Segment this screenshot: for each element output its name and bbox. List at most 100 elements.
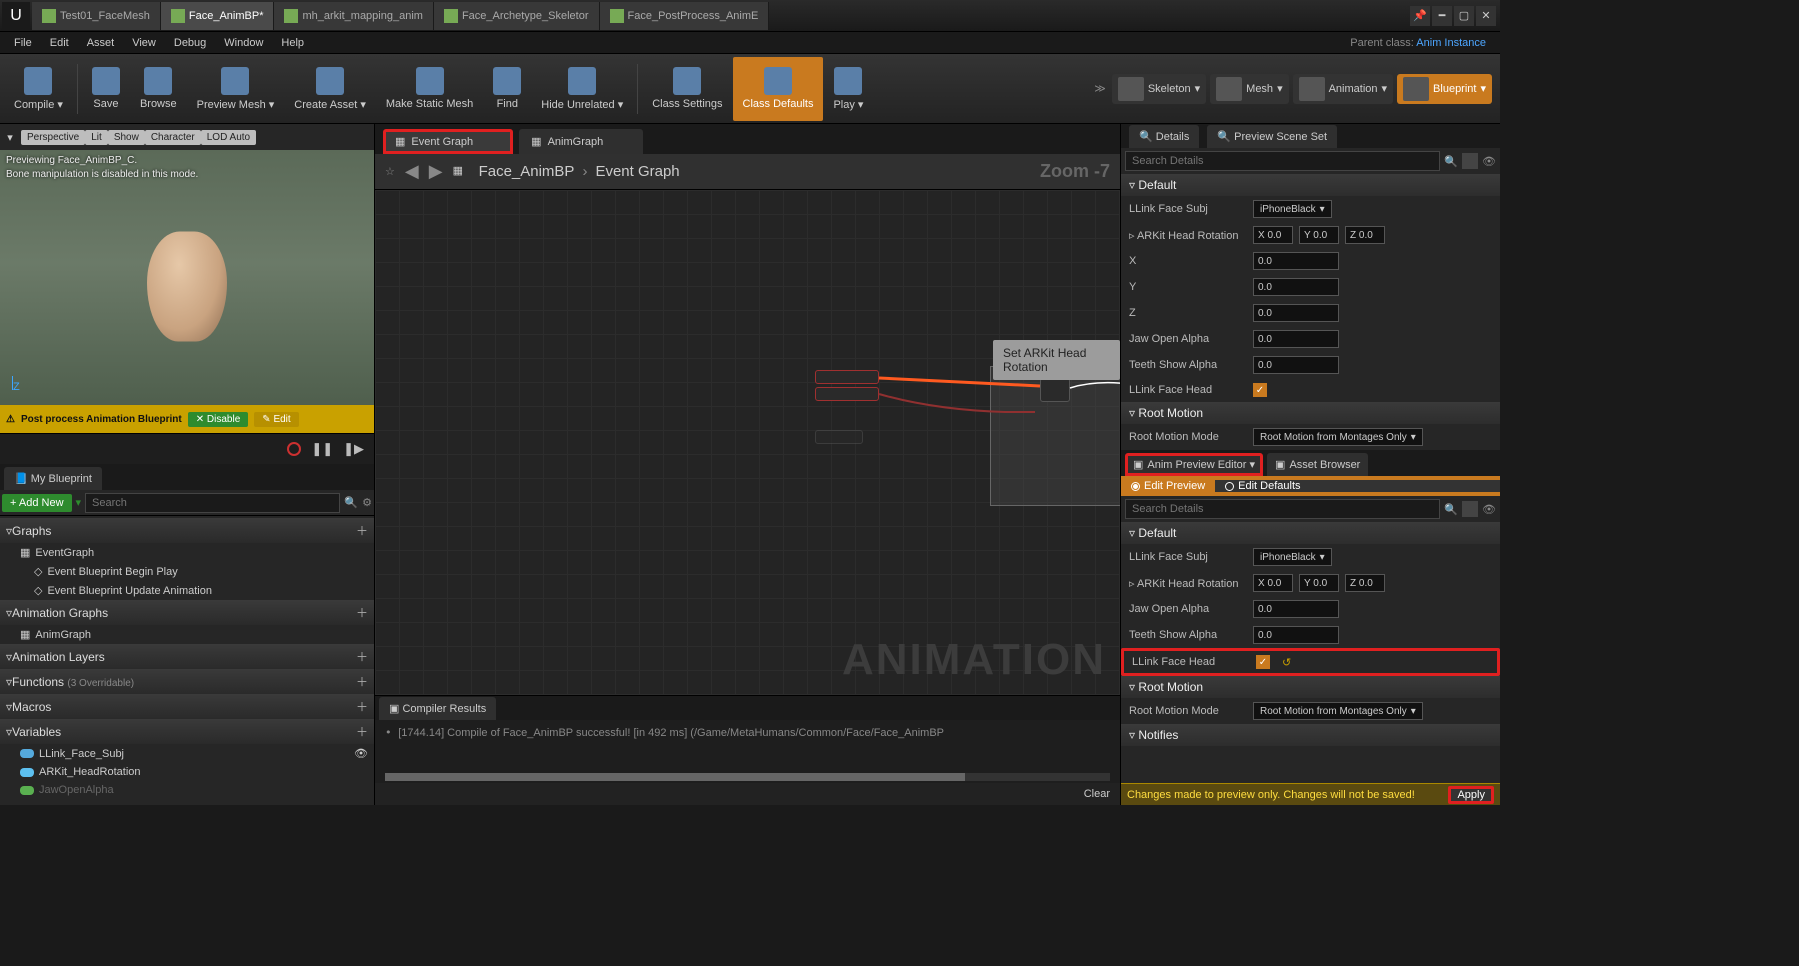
breadcrumb[interactable]: Face_AnimBP›Event Graph [479, 163, 680, 180]
menu-debug[interactable]: Debug [166, 35, 214, 51]
add-icon[interactable]: ＋ [356, 673, 368, 690]
spin[interactable]: 0.0 [1253, 600, 1339, 618]
compiler-scrollbar[interactable] [385, 773, 965, 781]
combo[interactable]: iPhoneBlack ▾ [1253, 200, 1332, 218]
window-pin-icon[interactable]: 📌 [1410, 6, 1430, 26]
favorite-icon[interactable]: ☆ [385, 165, 395, 178]
add-icon[interactable]: ＋ [356, 604, 368, 621]
tree-item[interactable]: ◇Event Blueprint Begin Play [0, 562, 374, 581]
menu-edit[interactable]: Edit [42, 35, 77, 51]
menu-window[interactable]: Window [216, 35, 271, 51]
title-tab[interactable]: Face_AnimBP* [161, 2, 275, 30]
spin-y[interactable]: Y 0.0 [1299, 226, 1339, 244]
spin[interactable]: 0.0 [1253, 278, 1339, 296]
graph-tab-event-graph[interactable]: ▦Event Graph [383, 129, 513, 154]
section-animation-graphs[interactable]: ▿Animation Graphs＋ [0, 600, 374, 625]
spin[interactable]: 0.0 [1253, 626, 1339, 644]
eye-icon[interactable]: 👁 [1482, 503, 1496, 516]
tree-item[interactable]: JawOpenAlpha [0, 781, 374, 799]
viewport-menu-icon[interactable]: ▾ [2, 131, 18, 144]
menu-file[interactable]: File [6, 35, 40, 51]
matrix-icon[interactable] [1462, 501, 1478, 517]
category-root-motion[interactable]: ▿ Root Motion [1121, 402, 1500, 424]
spin-z[interactable]: Z 0.0 [1345, 574, 1385, 592]
window-maximize[interactable]: ▢ [1454, 6, 1474, 26]
category-notifies[interactable]: ▿ Notifies [1121, 724, 1500, 746]
tab-details[interactable]: 🔍 Details [1129, 125, 1199, 148]
spin-x[interactable]: X 0.0 [1253, 226, 1293, 244]
pause-button[interactable]: ❚❚ [311, 441, 333, 457]
checkbox[interactable]: ✓ [1253, 383, 1267, 397]
mode-blueprint[interactable]: Blueprint▾ [1397, 74, 1492, 104]
section-macros[interactable]: ▿Macros＋ [0, 694, 374, 719]
hide-unrelated-button[interactable]: Hide Unrelated ▾ [531, 57, 633, 121]
vp-character[interactable]: Character [145, 130, 201, 145]
section-graphs[interactable]: ▿Graphs＋ [0, 518, 374, 543]
spin[interactable]: 0.0 [1253, 304, 1339, 322]
tree-item[interactable]: ▦EventGraph [0, 543, 374, 562]
eye-icon[interactable]: 👁 [1482, 155, 1496, 168]
tab-anim-preview-editor[interactable]: ▣Anim Preview Editor ▾ [1125, 453, 1263, 476]
title-tab[interactable]: Test01_FaceMesh [32, 2, 161, 30]
combo[interactable]: Root Motion from Montages Only ▾ [1253, 428, 1423, 446]
add-icon[interactable]: ＋ [356, 698, 368, 715]
section-variables[interactable]: ▿Variables＋ [0, 719, 374, 744]
section-animation-layers[interactable]: ▿Animation Layers＋ [0, 644, 374, 669]
spin[interactable]: 0.0 [1253, 252, 1339, 270]
window-close[interactable]: ✕ [1476, 6, 1496, 26]
tab-asset-browser[interactable]: ▣Asset Browser [1267, 453, 1368, 476]
event-node[interactable] [815, 370, 879, 384]
blueprint-tree[interactable]: ▿Graphs＋▦EventGraph◇Event Blueprint Begi… [0, 516, 374, 805]
spin[interactable]: 0.0 [1253, 330, 1339, 348]
record-button[interactable] [287, 442, 301, 456]
combo[interactable]: Root Motion from Montages Only ▾ [1253, 702, 1423, 720]
graph-node[interactable] [815, 430, 863, 444]
vp-show[interactable]: Show [108, 130, 145, 145]
play-button[interactable]: Play ▾ [823, 57, 873, 121]
class-settings-button[interactable]: Class Settings [642, 57, 732, 121]
add-icon[interactable]: ＋ [356, 522, 368, 539]
class-defaults-button[interactable]: Class Defaults [733, 57, 824, 121]
make-static-mesh-button[interactable]: Make Static Mesh [376, 57, 483, 121]
save-button[interactable]: Save [82, 57, 130, 121]
mode-animation[interactable]: Animation▾ [1293, 74, 1393, 104]
add-icon[interactable]: ＋ [356, 723, 368, 740]
add-icon[interactable]: ＋ [356, 648, 368, 665]
mode-skeleton[interactable]: Skeleton▾ [1112, 74, 1206, 104]
tab-my-blueprint[interactable]: 📘 My Blueprint [4, 467, 102, 490]
edit-defaults-radio[interactable]: Edit Defaults [1215, 480, 1500, 492]
nav-fwd-icon[interactable]: ▶ [429, 161, 443, 182]
event-graph-canvas[interactable]: Set ARKit Head Rotation [375, 190, 1120, 695]
title-tab[interactable]: mh_arkit_mapping_anim [274, 2, 433, 30]
reset-icon[interactable]: ↺ [1282, 656, 1291, 669]
window-minimize[interactable]: ━ [1432, 6, 1452, 26]
event-node[interactable] [815, 387, 879, 401]
category-root-motion[interactable]: ▿ Root Motion [1121, 676, 1500, 698]
browse-button[interactable]: Browse [130, 57, 187, 121]
tab-preview-scene-set[interactable]: 🔍 Preview Scene Set [1207, 125, 1337, 148]
title-tab[interactable]: Face_PostProcess_AnimE [600, 2, 770, 30]
eye-icon[interactable]: 👁 [354, 747, 368, 760]
settings-icon[interactable]: ⚙ [362, 496, 372, 509]
spin-y[interactable]: Y 0.0 [1299, 574, 1339, 592]
clear-button[interactable]: Clear [1084, 788, 1110, 800]
tree-item[interactable]: ◇Event Blueprint Update Animation [0, 581, 374, 600]
mode-mesh[interactable]: Mesh▾ [1210, 74, 1288, 104]
parent-class-link[interactable]: Anim Instance [1416, 37, 1486, 49]
edit-button[interactable]: ✎ Edit [254, 412, 298, 427]
vp-perspective[interactable]: Perspective [21, 130, 85, 145]
add-new-button[interactable]: + Add New [2, 494, 72, 512]
tree-item[interactable]: ▦AnimGraph [0, 625, 374, 644]
step-button[interactable]: ❚▶ [343, 441, 364, 457]
menu-view[interactable]: View [124, 35, 164, 51]
create-asset-button[interactable]: Create Asset ▾ [284, 57, 376, 121]
checkbox[interactable]: ✓ [1256, 655, 1270, 669]
menu-help[interactable]: Help [273, 35, 312, 51]
my-blueprint-search[interactable] [85, 493, 340, 513]
spin-z[interactable]: Z 0.0 [1345, 226, 1385, 244]
vp-lod-auto[interactable]: LOD Auto [201, 130, 256, 145]
preview-mesh-button[interactable]: Preview Mesh ▾ [187, 57, 285, 121]
graph-node[interactable] [1040, 378, 1070, 402]
vp-lit[interactable]: Lit [85, 130, 108, 145]
anim-search[interactable] [1125, 499, 1440, 519]
